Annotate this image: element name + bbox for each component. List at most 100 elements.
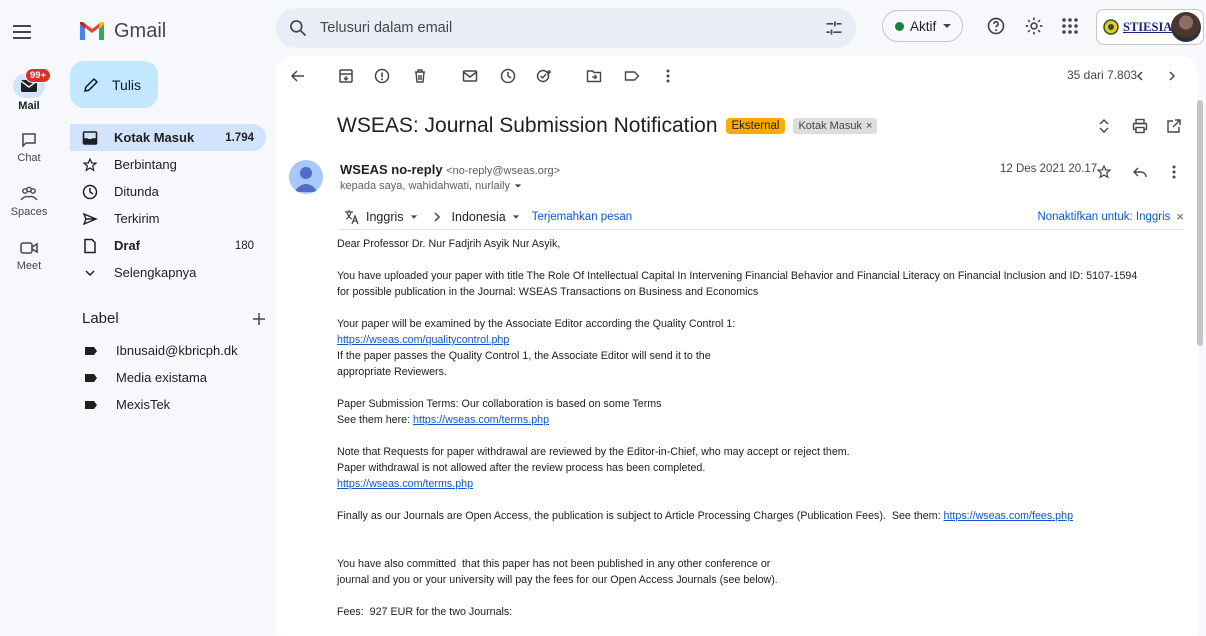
labels-list: Ibnusaid@kbricph.dk Media existama Mexis… [70, 337, 266, 418]
star-button[interactable] [1094, 162, 1114, 182]
add-task-icon [536, 69, 551, 83]
delete-button[interactable] [410, 66, 430, 86]
gmail-logo[interactable]: Gmail [78, 16, 166, 46]
pencil-icon [84, 77, 99, 92]
label-tag-icon [85, 346, 97, 355]
caret-down-icon [512, 214, 519, 219]
email-view: 35 dari 7.803 WSEAS: Journal Submission … [276, 56, 1203, 636]
rail-spaces[interactable]: Spaces [0, 182, 58, 218]
gear-icon [1025, 17, 1043, 35]
terms-link-2[interactable]: https://wseas.com/terms.php [337, 478, 473, 490]
snooze-button[interactable] [498, 66, 518, 86]
mailbox-nav: Kotak Masuk 1.794 Berbintang Ditunda Ter… [70, 124, 266, 286]
label-item-text: MexisTek [116, 397, 171, 412]
more-vert-icon [666, 69, 670, 83]
older-button[interactable] [1162, 66, 1182, 86]
spam-icon [374, 68, 390, 84]
target-language-select[interactable]: Indonesia [452, 210, 506, 224]
remove-label-icon[interactable]: × [866, 120, 872, 132]
support-button[interactable] [984, 14, 1008, 38]
recipients-line[interactable]: kepada saya, wahidahwati, nurlaily [340, 180, 522, 192]
nav-item-count: 180 [234, 239, 254, 252]
rail-mail[interactable]: 99+ Mail [0, 68, 58, 112]
body-paragraph-7: Fees: 927 EUR for the two Journals: [337, 606, 513, 618]
nav-item-sent[interactable]: Terkirim [70, 205, 266, 232]
sender-name[interactable]: WSEAS no-reply [340, 162, 443, 177]
main-menu-button[interactable] [10, 20, 34, 44]
nav-item-snoozed[interactable]: Ditunda [70, 178, 266, 205]
reply-button[interactable] [1130, 162, 1150, 182]
archive-button[interactable] [336, 66, 356, 86]
email-subject: WSEAS: Journal Submission Notification [337, 114, 718, 137]
rail-meet[interactable]: Meet [0, 236, 58, 272]
account-avatar[interactable] [1171, 12, 1201, 42]
clock-icon [500, 68, 516, 84]
body-paragraph-4: Note that Requests for paper withdrawal … [337, 444, 1187, 492]
sender-email: <no-reply@wseas.org> [446, 165, 561, 177]
label-item-text: Media existama [116, 370, 208, 385]
newer-button[interactable] [1130, 66, 1150, 86]
clock-icon [82, 184, 98, 199]
nav-item-drafts[interactable]: Draf 180 [70, 232, 266, 259]
quality-control-link[interactable]: https://wseas.com/qualitycontrol.php [337, 334, 509, 346]
message-more-button[interactable] [1164, 162, 1184, 182]
inbox-label-chip: Kotak Masuk × [793, 118, 878, 134]
body-paragraph-1: You have uploaded your paper with title … [337, 270, 1138, 298]
search-input[interactable] [320, 20, 824, 36]
translate-message-link[interactable]: Terjemahkan pesan [532, 211, 632, 223]
move-to-button[interactable] [584, 66, 604, 86]
compose-button[interactable]: Tulis [70, 61, 158, 108]
translate-bar: Inggris Indonesia Terjemahkan pesan Nona… [338, 204, 1184, 230]
rail-mail-label: Mail [18, 100, 40, 112]
nav-item-inbox[interactable]: Kotak Masuk 1.794 [70, 124, 266, 151]
body-paragraph-5: Finally as our Journals are Open Access,… [337, 508, 1187, 524]
print-icon [1132, 118, 1148, 134]
labels-header: Label [82, 310, 266, 327]
arrow-left-icon [290, 70, 304, 82]
chevron-right-icon [434, 211, 440, 222]
search-icon[interactable] [288, 18, 308, 38]
close-translate-icon[interactable]: × [1176, 209, 1184, 224]
nav-item-label: Terkirim [114, 211, 160, 226]
pagination-count: 35 dari 7.803 [1067, 68, 1138, 82]
help-icon [987, 17, 1005, 35]
body-text: Finally as our Journals are Open Access,… [337, 510, 944, 522]
rail-chat[interactable]: Chat [0, 128, 58, 164]
label-tag-icon [85, 400, 97, 409]
report-spam-button[interactable] [372, 66, 392, 86]
search-options-icon[interactable] [824, 18, 844, 38]
apps-button[interactable] [1058, 14, 1082, 38]
open-new-window-button[interactable] [1164, 116, 1184, 136]
status-dropdown[interactable]: Aktif [882, 10, 964, 42]
fees-link[interactable]: https://wseas.com/fees.php [944, 510, 1074, 522]
mark-unread-button[interactable] [460, 66, 480, 86]
source-language-select[interactable]: Inggris [366, 210, 404, 224]
sender-avatar[interactable] [289, 160, 323, 194]
back-button[interactable] [288, 66, 308, 86]
add-to-tasks-button[interactable] [534, 66, 554, 86]
expand-all-button[interactable] [1094, 116, 1114, 136]
label-item-ibnusaid[interactable]: Ibnusaid@kbricph.dk [70, 337, 266, 364]
label-item-text: Ibnusaid@kbricph.dk [116, 343, 238, 358]
body-text: If the paper passes the Quality Control … [337, 350, 711, 378]
body-text: Your paper will be examined by the Assoc… [337, 318, 736, 330]
nav-item-starred[interactable]: Berbintang [70, 151, 266, 178]
unfold-icon [1099, 119, 1109, 133]
terms-link[interactable]: https://wseas.com/terms.php [413, 414, 549, 426]
nav-item-more[interactable]: Selengkapnya [70, 259, 266, 286]
search-bar[interactable] [276, 8, 856, 48]
scrollbar-thumb[interactable] [1197, 100, 1203, 346]
body-greeting: Dear Professor Dr. Nur Fadjrih Asyik Nur… [337, 238, 561, 250]
label-item-media-existama[interactable]: Media existama [70, 364, 266, 391]
label-item-mexistek[interactable]: MexisTek [70, 391, 266, 418]
label-button[interactable] [622, 66, 642, 86]
print-button[interactable] [1130, 116, 1150, 136]
rail-meet-label: Meet [16, 260, 42, 272]
disable-translate-link[interactable]: Nonaktifkan untuk: Inggris [1037, 211, 1170, 223]
more-actions-button[interactable] [658, 66, 678, 86]
org-logo-icon [1103, 19, 1119, 35]
body-text: Note that Requests for paper withdrawal … [337, 446, 850, 474]
account-switcher[interactable]: STIESIA [1096, 9, 1204, 45]
settings-button[interactable] [1022, 14, 1046, 38]
add-label-icon[interactable] [252, 312, 266, 326]
